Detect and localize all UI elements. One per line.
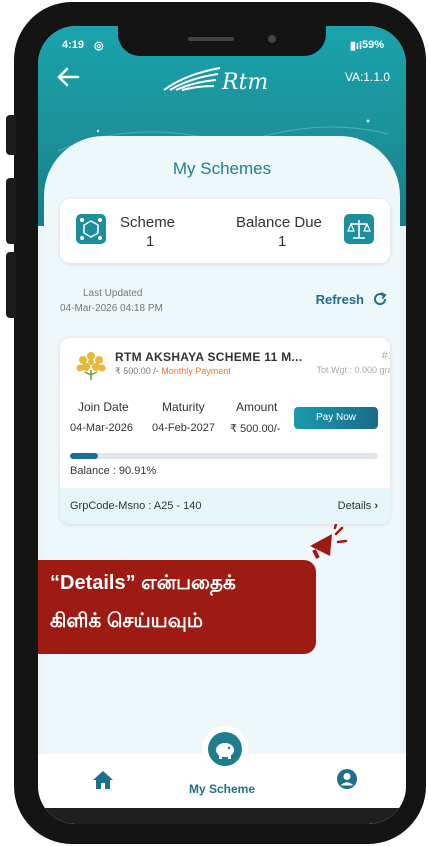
progress-fill: [70, 453, 98, 459]
last-updated-value: 04-Mar-2026 04:18 PM: [60, 303, 163, 314]
price-value: ₹ 500.00 /-: [115, 366, 162, 376]
back-arrow-icon[interactable]: [56, 66, 86, 90]
page-title: My Schemes: [172, 159, 272, 178]
summary-card: Scheme 1 Balance Due 1: [60, 199, 390, 263]
scheme-count: 1: [146, 233, 155, 250]
balance-due-label: Balance Due: [236, 214, 322, 231]
scheme-label: Scheme: [120, 214, 176, 231]
app-version: VA:1.1.0: [344, 70, 390, 84]
side-button: [6, 115, 16, 155]
camera-notch: [118, 26, 326, 56]
logo-text: Rtm: [222, 70, 269, 95]
maturity-value: 04-Feb-2027: [152, 422, 215, 434]
details-label: Details: [337, 500, 372, 512]
rtm-logo: Rtm: [156, 62, 268, 98]
details-link[interactable]: Details ›: [338, 500, 378, 512]
join-date-label: Join Date: [78, 400, 129, 414]
side-button: [6, 252, 16, 318]
join-date-value: 04-Mar-2026: [70, 422, 133, 434]
my-scheme-label[interactable]: My Scheme: [38, 782, 406, 796]
scheme-card[interactable]: RTM AKSHAYA SCHEME 11 M... ₹ 500.00 /- M…: [60, 338, 390, 524]
system-nav-bar: [38, 808, 406, 824]
scheme-title: RTM AKSHAYA SCHEME 11 M...: [115, 350, 303, 364]
instruction-callout: “Details” என்பதைக் கிளிக் செய்யவும்: [38, 560, 316, 654]
piggy-bank-icon: [208, 732, 242, 766]
scheme-number: #1: [381, 350, 390, 362]
app-screen: 4:19 ◎ ▮ıl 59% Rtm VA:1.1.0 My Schemes S…: [38, 26, 406, 824]
amount-value: ₹ 500.00/-: [230, 423, 281, 435]
scheme-price: ₹ 500.00 /- Monthly Payment: [115, 366, 231, 377]
status-time: 4:19: [62, 39, 85, 51]
last-updated-label: Last Updated: [83, 288, 143, 299]
callout-line-1: “Details” என்பதைக்: [50, 572, 236, 594]
amount-label: Amount: [236, 400, 278, 414]
scheme-card-footer: GrpCode-Msno : A25 - 140 Details ›: [60, 488, 390, 524]
callout-line-2: கிளிக் செய்யவும்: [50, 610, 204, 632]
refresh-icon: [374, 292, 387, 306]
whatsapp-icon: ◎: [94, 40, 104, 52]
battery-status: 59%: [361, 39, 384, 51]
refresh-label: Refresh: [315, 291, 364, 307]
megaphone-icon: [310, 524, 348, 559]
balance-due-count: 1: [278, 233, 287, 250]
balance-scale-icon: [344, 214, 374, 244]
refresh-button[interactable]: Refresh: [316, 291, 388, 307]
payment-type: Monthly Payment: [161, 366, 231, 376]
group-code: GrpCode-Msno : A25 - 140: [70, 500, 202, 512]
side-button: [6, 178, 16, 244]
flower-icon: [76, 352, 106, 380]
total-weight: Tot Wgt : 0.000 gram: [316, 365, 390, 375]
signal-icon: ▮ıl: [349, 40, 362, 52]
chevron-right-icon: ›: [374, 500, 378, 512]
balance-percent: Balance : 90.91%: [70, 465, 157, 477]
scheme-icon: [76, 214, 106, 244]
maturity-label: Maturity: [162, 400, 205, 414]
pay-now-button[interactable]: Pay Now: [294, 407, 378, 429]
payment-progress-bar: [70, 453, 378, 459]
my-scheme-nav[interactable]: [202, 726, 248, 772]
